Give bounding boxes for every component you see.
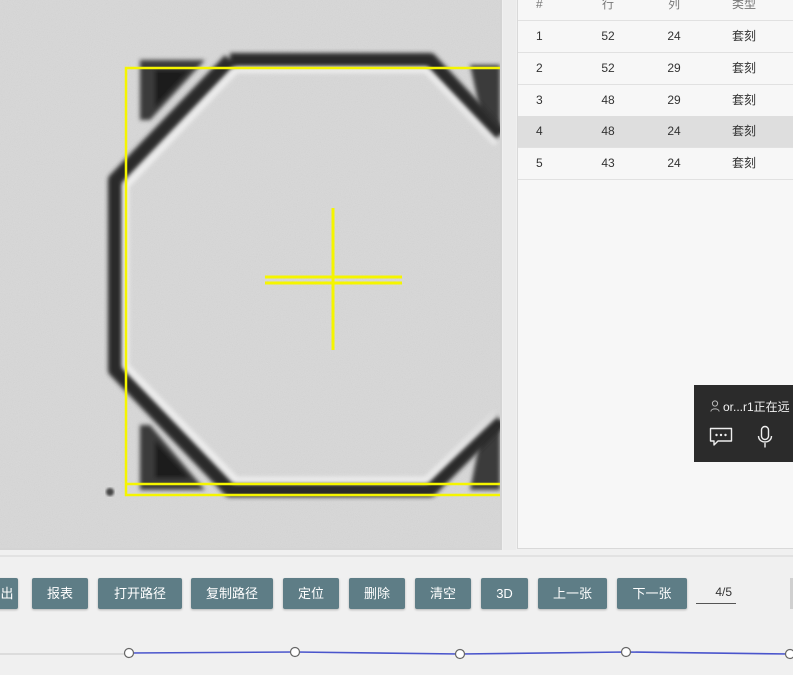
timeline-node[interactable] bbox=[620, 646, 632, 658]
previous-image-button[interactable]: 上一张 bbox=[538, 578, 607, 609]
row-value: 48 bbox=[601, 93, 615, 107]
header-type[interactable]: 类型 bbox=[718, 0, 770, 20]
copy-path-button[interactable]: 复制路径 bbox=[191, 578, 273, 609]
col-value: 24 bbox=[667, 29, 681, 43]
row-value: 43 bbox=[601, 156, 615, 170]
clear-button[interactable]: 清空 bbox=[415, 578, 471, 609]
notification-message: or...r1正在远 bbox=[723, 400, 790, 414]
header-index[interactable]: # bbox=[536, 0, 543, 20]
page-indicator: 4/5 bbox=[696, 584, 736, 604]
table-header: # 行 列 类型 bbox=[518, 0, 793, 21]
timeline-node[interactable] bbox=[123, 647, 135, 659]
delete-button[interactable]: 删除 bbox=[349, 578, 405, 609]
row-value: 48 bbox=[601, 124, 615, 138]
measurement-table: # 行 列 类型 1 52 24 套刻 2 52 29 套刻 3 48 29 套… bbox=[517, 0, 793, 549]
microphone-icon[interactable] bbox=[756, 425, 774, 449]
timeline-node[interactable] bbox=[454, 648, 466, 660]
report-button[interactable]: 报表 bbox=[32, 578, 88, 609]
type-value: 套刻 bbox=[731, 93, 756, 107]
inspection-image bbox=[0, 0, 500, 548]
type-value: 套刻 bbox=[731, 124, 756, 138]
header-col[interactable]: 列 bbox=[654, 0, 694, 20]
image-viewer[interactable] bbox=[0, 0, 502, 550]
view-3d-button[interactable]: 3D bbox=[481, 578, 528, 609]
timeline-node[interactable] bbox=[784, 648, 793, 660]
divider bbox=[0, 555, 793, 557]
table-row[interactable]: 5 43 24 套刻 bbox=[518, 148, 793, 180]
row-value: 52 bbox=[601, 29, 615, 43]
row-index: 1 bbox=[536, 29, 543, 43]
image-timeline[interactable] bbox=[0, 640, 793, 670]
type-value: 套刻 bbox=[731, 29, 756, 43]
col-value: 24 bbox=[667, 124, 681, 138]
table-row[interactable]: 3 48 29 套刻 bbox=[518, 85, 793, 117]
header-row[interactable]: 行 bbox=[588, 0, 628, 20]
row-index: 3 bbox=[536, 93, 543, 107]
col-value: 29 bbox=[667, 93, 681, 107]
row-index: 4 bbox=[536, 124, 543, 138]
notification-text-row: or...r1正在远 bbox=[710, 398, 790, 415]
chat-icon[interactable] bbox=[709, 427, 733, 447]
col-value: 24 bbox=[667, 156, 681, 170]
app-window: # 行 列 类型 1 52 24 套刻 2 52 29 套刻 3 48 29 套… bbox=[0, 0, 793, 675]
timeline-node[interactable] bbox=[289, 646, 301, 658]
table-row[interactable]: 1 52 24 套刻 bbox=[518, 21, 793, 53]
row-value: 52 bbox=[601, 61, 615, 75]
type-value: 套刻 bbox=[731, 156, 756, 170]
table-row[interactable]: 2 52 29 套刻 bbox=[518, 53, 793, 85]
type-value: 套刻 bbox=[731, 61, 756, 75]
col-value: 29 bbox=[667, 61, 681, 75]
row-index: 5 bbox=[536, 156, 543, 170]
row-index: 2 bbox=[536, 61, 543, 75]
action-toolbar: 出 报表 打开路径 复制路径 定位 删除 清空 3D 上一张 下一张 4/5 bbox=[0, 578, 793, 609]
next-image-button[interactable]: 下一张 bbox=[617, 578, 687, 609]
table-row-selected[interactable]: 4 48 24 套刻 bbox=[518, 116, 793, 148]
panel-splitter[interactable] bbox=[503, 0, 516, 550]
call-notification[interactable]: or...r1正在远 bbox=[694, 385, 793, 462]
locate-button[interactable]: 定位 bbox=[283, 578, 339, 609]
user-icon bbox=[710, 400, 720, 412]
open-path-button[interactable]: 打开路径 bbox=[98, 578, 182, 609]
export-button[interactable]: 出 bbox=[0, 578, 18, 609]
